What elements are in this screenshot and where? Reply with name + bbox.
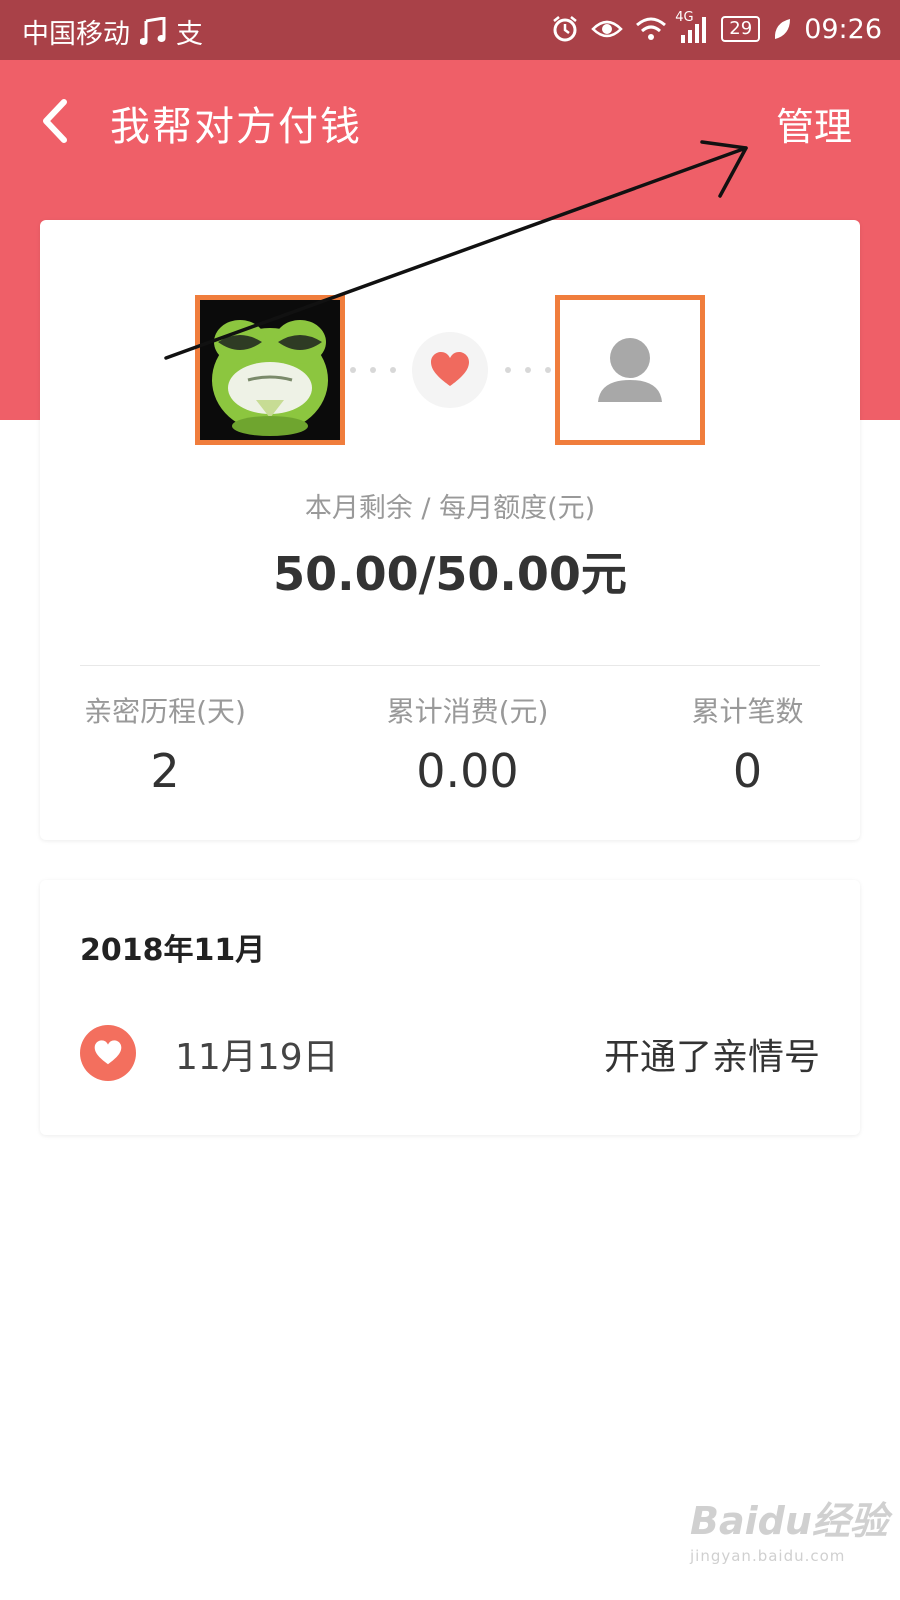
page-title: 我帮对方付钱: [110, 104, 362, 150]
other-avatar[interactable]: [555, 295, 705, 445]
alarm-icon: [551, 12, 579, 46]
stat-value: 0.00: [416, 744, 519, 798]
stat-intimacy-days: 亲密历程(天) 2: [80, 690, 250, 798]
stat-value: 0: [732, 744, 763, 798]
relation-heart: [412, 332, 488, 408]
connector-dot: [370, 367, 376, 373]
manage-button[interactable]: 管理: [776, 96, 852, 151]
stat-label: 累计消费(元): [386, 695, 549, 728]
status-bar: 中国移动 支 4G 29 09:26: [0, 0, 900, 60]
heart-icon: [431, 352, 469, 386]
timeline-card: 2018年11月 11月19日 开通了亲情号: [40, 880, 860, 1135]
quota-value: 50.00/50.00元: [273, 547, 627, 601]
timeline-month: 2018年11月: [80, 933, 266, 968]
connector-dot: [525, 367, 531, 373]
status-left: 中国移动 支: [22, 12, 203, 51]
card-divider: [80, 665, 820, 666]
nav-bar: 我帮对方付钱 管理: [0, 60, 900, 180]
network-type: 4G: [675, 10, 694, 25]
watermark-url: jingyan.baidu.com: [690, 1547, 846, 1565]
battery-icon: 29: [721, 16, 761, 42]
user-placeholder-icon: [560, 300, 700, 440]
status-right: 4G 29 09:26: [551, 10, 882, 46]
quota-label: 本月剩余 / 每月额度(元): [304, 493, 596, 524]
connector-dot: [350, 367, 356, 373]
timeline-event-description: 开通了亲情号: [603, 1037, 820, 1078]
leaf-icon: [772, 12, 792, 46]
stat-total-spent: 累计消费(元) 0.00: [380, 690, 555, 798]
carrier-name: 中国移动: [22, 19, 130, 50]
timeline-event-icon: [80, 1025, 136, 1081]
stat-value: 2: [150, 744, 180, 798]
my-avatar[interactable]: [195, 295, 345, 445]
signal-icon: 4G: [675, 10, 709, 46]
watermark-logo-text: Baidu经验: [690, 1499, 888, 1543]
status-time: 09:26: [804, 13, 882, 45]
stat-label: 亲密历程(天): [84, 695, 246, 728]
stat-label: 累计笔数: [691, 695, 804, 728]
chevron-left-icon: [43, 99, 67, 143]
connector-dot: [545, 367, 551, 373]
timeline-event-date: 11月19日: [175, 1037, 339, 1078]
heart-icon: [94, 1040, 122, 1065]
summary-card: 本月剩余 / 每月额度(元) 50.00/50.00元 亲密历程(天) 2 累计…: [40, 220, 860, 840]
connector-dot: [390, 367, 396, 373]
music-icon: [140, 15, 166, 49]
baidu-watermark: Baidu经验 jingyan.baidu.com: [690, 1490, 888, 1565]
back-button[interactable]: [36, 96, 76, 146]
connector-dot: [505, 367, 511, 373]
alipay-icon: 支: [176, 19, 203, 50]
wifi-icon: [635, 12, 667, 46]
stat-total-count: 累计笔数 0: [685, 690, 810, 798]
frog-avatar-image: [200, 300, 340, 440]
eye-icon: [591, 12, 624, 46]
